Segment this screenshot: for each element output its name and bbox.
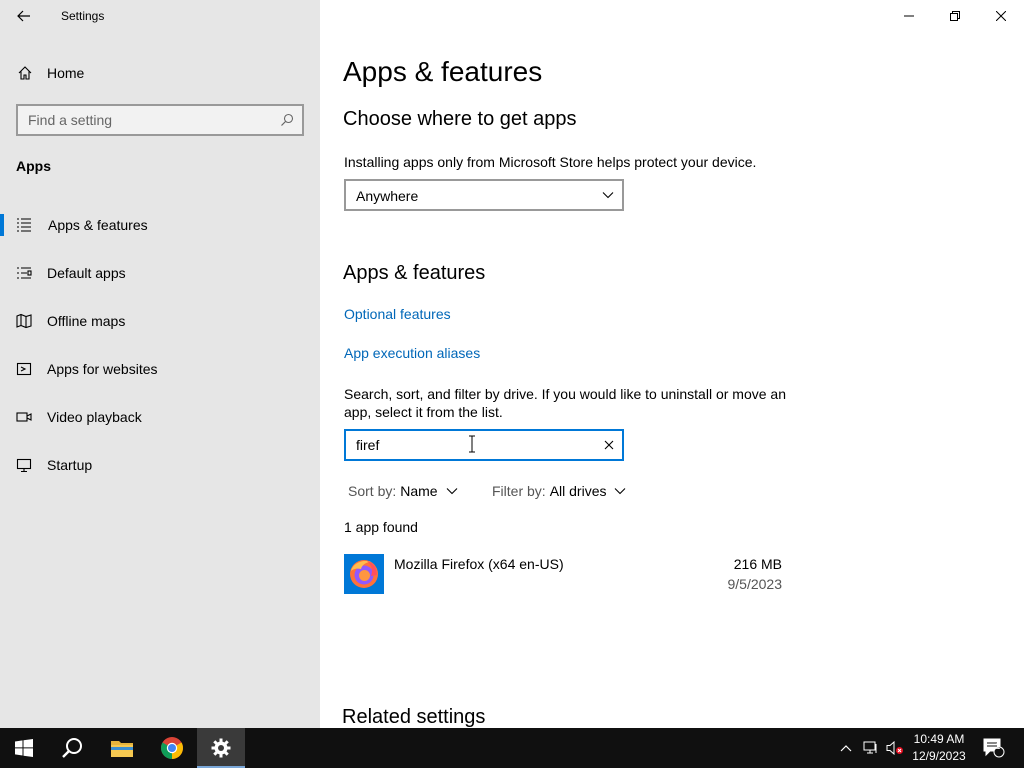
app-source-dropdown[interactable]: Anywhere xyxy=(344,179,624,211)
settings-search-field[interactable] xyxy=(16,104,304,136)
search-description: Search, sort, and filter by drive. If yo… xyxy=(344,386,786,420)
filter-value: All drives xyxy=(549,483,607,499)
clock-time: 10:49 AM xyxy=(913,732,965,746)
map-icon xyxy=(16,313,32,329)
windows-logo-icon xyxy=(15,739,33,757)
gear-icon xyxy=(211,738,231,758)
firefox-icon xyxy=(344,554,384,594)
apps-features-icon xyxy=(17,218,31,232)
default-apps-icon xyxy=(17,267,32,279)
minimize-icon xyxy=(904,15,914,17)
sort-by-dropdown[interactable]: Sort by: Name xyxy=(348,483,458,499)
title-bar: Settings xyxy=(0,0,320,32)
app-list-item[interactable]: Mozilla Firefox (x64 en-US) 216 MB 9/5/2… xyxy=(344,552,784,596)
sidebar-nav: Apps & features Default apps Offline map… xyxy=(0,205,320,493)
section-heading: Apps xyxy=(16,158,51,174)
sidebar-item-offline-maps[interactable]: Offline maps xyxy=(0,301,320,349)
video-icon xyxy=(16,412,32,422)
notification-count: 1 xyxy=(995,741,1001,751)
app-size: 216 MB xyxy=(733,556,782,572)
sidebar-item-label: Home xyxy=(47,65,85,81)
results-count: 1 app found xyxy=(344,519,418,535)
filter-by-dropdown[interactable]: Filter by: All drives xyxy=(492,483,626,499)
app-search-input[interactable] xyxy=(346,431,586,459)
app-search-field[interactable] xyxy=(344,429,624,461)
sidebar-item-home[interactable]: Home xyxy=(0,57,320,89)
chevron-down-icon xyxy=(615,488,626,495)
settings-taskbar-button[interactable] xyxy=(197,728,245,768)
network-button[interactable] xyxy=(860,728,882,768)
text-cursor-icon xyxy=(469,435,475,453)
main-content: Apps & features Choose where to get apps… xyxy=(320,0,1024,728)
related-settings-heading: Related settings xyxy=(342,706,486,728)
file-explorer-button[interactable] xyxy=(98,728,146,768)
optional-features-link[interactable]: Optional features xyxy=(344,306,451,322)
sort-value: Name xyxy=(400,483,438,499)
sidebar-item-label: Default apps xyxy=(47,265,126,281)
dropdown-value: Anywhere xyxy=(356,188,419,204)
folder-icon xyxy=(111,741,133,757)
home-icon xyxy=(18,66,32,80)
filter-label: Filter by: xyxy=(492,483,546,499)
sidebar-item-label: Startup xyxy=(47,457,93,473)
sidebar-item-default-apps[interactable]: Default apps xyxy=(0,253,320,301)
sort-label: Sort by: xyxy=(348,483,397,499)
minimize-button[interactable] xyxy=(886,0,932,32)
sidebar-item-apps-features[interactable]: Apps & features xyxy=(0,205,320,253)
sidebar-item-label: Apps for websites xyxy=(47,361,158,377)
chrome-icon xyxy=(161,737,183,759)
chevron-down-icon xyxy=(602,192,614,199)
window-title: Settings xyxy=(61,9,105,23)
close-button[interactable] xyxy=(978,0,1024,32)
clear-search-button[interactable] xyxy=(602,438,616,452)
apps-websites-icon xyxy=(16,362,32,376)
apps-features-heading: Apps & features xyxy=(343,262,486,284)
back-arrow-icon xyxy=(17,10,30,22)
start-button[interactable] xyxy=(0,728,48,768)
app-name: Mozilla Firefox (x64 en-US) xyxy=(394,556,564,572)
search-icon[interactable] xyxy=(280,113,294,127)
taskbar-clock[interactable]: 10:49 AM 12/9/2023 xyxy=(904,731,974,765)
network-icon xyxy=(863,741,877,754)
clock-date: 12/9/2023 xyxy=(912,749,966,763)
action-center-button[interactable]: 1 xyxy=(980,728,1008,768)
sidebar-item-video-playback[interactable]: Video playback xyxy=(0,397,320,445)
taskbar-search-button[interactable] xyxy=(48,728,96,768)
chevron-down-icon xyxy=(446,488,457,495)
sidebar: Settings Home Apps Apps & features xyxy=(0,0,320,728)
chevron-up-icon xyxy=(840,745,852,752)
back-button[interactable] xyxy=(8,0,40,32)
app-install-date: 9/5/2023 xyxy=(727,576,783,592)
search-icon xyxy=(62,738,82,758)
sidebar-item-startup[interactable]: Startup xyxy=(0,445,320,493)
choose-apps-heading: Choose where to get apps xyxy=(343,108,577,130)
taskbar: 10:49 AM 12/9/2023 1 xyxy=(0,728,1024,768)
restore-icon xyxy=(950,11,960,21)
close-icon xyxy=(604,440,614,450)
chrome-button[interactable] xyxy=(148,728,196,768)
choose-apps-description: Installing apps only from Microsoft Stor… xyxy=(344,154,757,170)
app-execution-aliases-link[interactable]: App execution aliases xyxy=(344,345,480,361)
close-icon xyxy=(996,11,1006,21)
settings-search-input[interactable] xyxy=(18,112,268,128)
volume-muted-icon xyxy=(886,741,903,755)
sidebar-item-label: Video playback xyxy=(47,409,142,425)
show-hidden-icons-button[interactable] xyxy=(836,728,856,768)
sidebar-item-label: Apps & features xyxy=(48,217,148,233)
sidebar-item-apps-for-websites[interactable]: Apps for websites xyxy=(0,349,320,397)
page-title: Apps & features xyxy=(343,56,543,87)
startup-icon xyxy=(16,458,32,473)
restore-button[interactable] xyxy=(932,0,978,32)
volume-button[interactable] xyxy=(884,728,906,768)
sidebar-item-label: Offline maps xyxy=(47,313,126,329)
